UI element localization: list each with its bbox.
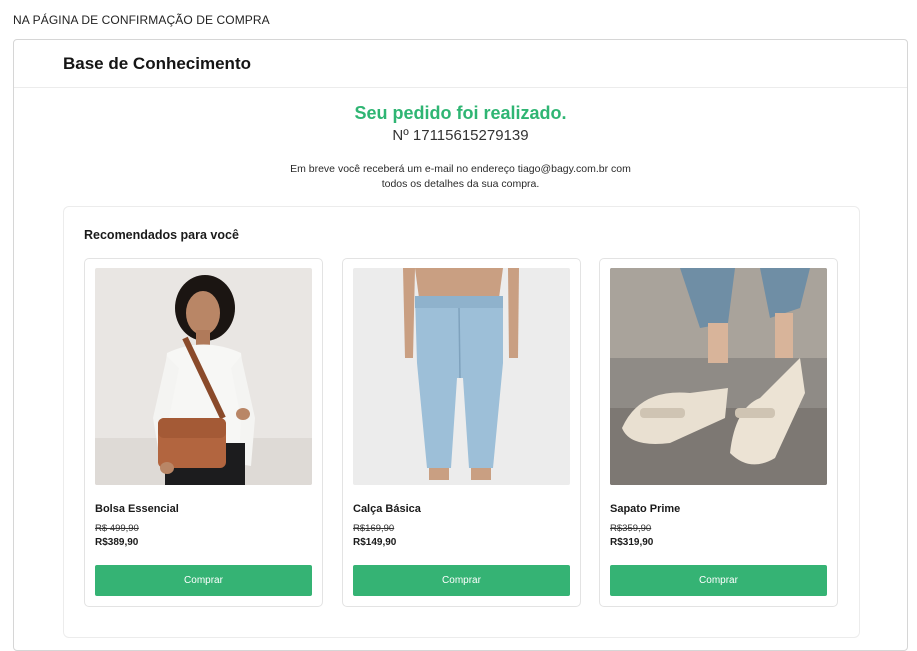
- product-image-jeans[interactable]: [353, 268, 570, 485]
- buy-button[interactable]: Comprar: [353, 565, 570, 596]
- product-price: R$149,90: [353, 537, 397, 548]
- browser-frame: Base de Conhecimento Seu pedido foi real…: [13, 39, 908, 651]
- order-confirmation: Seu pedido foi realizado. Nº 17115615279…: [14, 103, 907, 192]
- buy-button[interactable]: Comprar: [610, 565, 827, 596]
- email-message-line-2: todos os detalhes da sua compra.: [381, 178, 540, 190]
- header: Base de Conhecimento: [14, 40, 907, 88]
- email-message-line-1: Em breve você receberá um e-mail no ende…: [290, 163, 631, 175]
- product-price: R$319,90: [610, 537, 654, 548]
- knowledge-base-title: Base de Conhecimento: [63, 53, 251, 73]
- product-image-bag[interactable]: [95, 268, 312, 485]
- product-image-shoes[interactable]: [610, 268, 827, 485]
- product-old-price: R$359,90: [610, 523, 652, 534]
- product-name[interactable]: Sapato Prime: [610, 503, 680, 515]
- product-name[interactable]: Bolsa Essencial: [95, 503, 179, 515]
- recommendations-title: Recomendados para você: [84, 228, 239, 242]
- product-old-price: R$169,90: [353, 523, 395, 534]
- product-name[interactable]: Calça Básica: [353, 503, 421, 515]
- product-old-price: R$ 499,90: [95, 523, 139, 534]
- page-caption: NA PÁGINA DE CONFIRMAÇÃO DE COMPRA: [13, 13, 270, 27]
- buy-button[interactable]: Comprar: [95, 565, 312, 596]
- product-card: Bolsa Essencial R$ 499,90 R$389,90 Compr…: [84, 258, 323, 607]
- product-card: Calça Básica R$169,90 R$149,90 Comprar: [342, 258, 581, 607]
- product-card: Sapato Prime R$359,90 R$319,90 Comprar: [599, 258, 838, 607]
- product-price: R$389,90: [95, 537, 139, 548]
- email-message: Em breve você receberá um e-mail no ende…: [261, 162, 661, 192]
- order-number: Nº 17115615279139: [392, 127, 529, 144]
- recommendations-panel: Recomendados para você Bolsa Essencial R…: [63, 206, 860, 638]
- success-title: Seu pedido foi realizado.: [354, 103, 567, 123]
